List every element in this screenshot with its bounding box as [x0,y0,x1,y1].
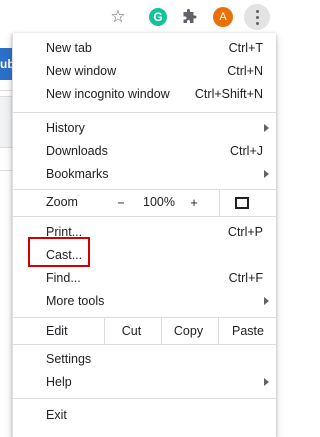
menu-item-label: New incognito window [46,86,170,101]
edit-row: Edit Cut Copy Paste [13,318,276,344]
menu-item-shortcut: Ctrl+J [230,143,263,158]
zoom-out-button[interactable]: − [109,194,133,212]
menu-separator [13,398,276,399]
submenu-arrow-icon [264,169,269,178]
background-page-text: ubl [0,57,12,71]
background-divider [0,90,12,91]
cut-button[interactable]: Cut [104,318,158,344]
edit-label: Edit [46,324,68,338]
menu-item-shortcut: Ctrl+P [227,224,263,239]
menu-item-new-tab[interactable]: New tab Ctrl+T [13,36,276,59]
profile-avatar-button[interactable]: A [212,6,234,28]
menu-item-shortcut: Ctrl+N [227,63,263,78]
menu-item-find[interactable]: Find... Ctrl+F [13,266,276,289]
background-page-banner: ubl [0,48,12,80]
menu-item-help[interactable]: Help [13,370,276,393]
menu-separator [13,344,276,345]
menu-item-label: New window [46,63,117,78]
menu-item-label: Downloads [46,143,108,158]
zoom-row: Zoom − 100% + [13,190,276,216]
menu-separator [13,112,276,113]
menu-item-downloads[interactable]: Downloads Ctrl+J [13,139,276,162]
menu-item-shortcut: Ctrl+T [228,40,263,55]
star-icon[interactable]: ☆ [107,6,129,28]
menu-item-label: History [46,120,85,135]
menu-item-shortcut: Ctrl+F [228,270,263,285]
extensions-button[interactable] [178,6,200,28]
zoom-divider [219,190,220,216]
menu-item-label: New tab [46,40,92,55]
menu-item-new-window[interactable]: New window Ctrl+N [13,59,276,82]
menu-item-shortcut: Ctrl+Shift+N [194,86,263,101]
menu-item-label: Exit [46,407,67,422]
zoom-in-button[interactable]: + [182,194,206,212]
grammarly-icon: G [149,8,167,26]
menu-item-exit[interactable]: Exit [13,403,276,426]
grammarly-extension-button[interactable]: G [147,6,169,28]
submenu-arrow-icon [264,123,269,132]
menu-item-more-tools[interactable]: More tools [13,289,276,312]
puzzle-icon [183,9,197,23]
chrome-main-menu: New tab Ctrl+T New window Ctrl+N New inc… [12,33,276,437]
zoom-label: Zoom [46,195,78,209]
menu-item-label: Bookmarks [46,166,109,181]
menu-item-label: More tools [46,293,105,308]
menu-separator [13,216,276,217]
copy-button[interactable]: Copy [161,318,215,344]
cast-highlight-box [28,237,90,267]
fullscreen-icon[interactable] [231,194,253,212]
kebab-icon[interactable] [244,4,270,30]
background-page-panel [0,96,12,148]
submenu-arrow-icon [264,296,269,305]
menu-item-history[interactable]: History [13,116,276,139]
submenu-arrow-icon [264,377,269,386]
menu-item-label: Help [46,374,72,389]
browser-toolbar: ☆ G A [0,0,275,34]
avatar: A [213,7,233,27]
menu-item-bookmarks[interactable]: Bookmarks [13,162,276,185]
menu-item-new-incognito-window[interactable]: New incognito window Ctrl+Shift+N [13,82,276,105]
background-divider [0,170,12,171]
menu-item-settings[interactable]: Settings [13,347,276,370]
menu-item-label: Find... [46,270,81,285]
zoom-level-value: 100% [143,195,175,209]
paste-button[interactable]: Paste [218,318,277,344]
menu-item-label: Settings [46,351,92,366]
